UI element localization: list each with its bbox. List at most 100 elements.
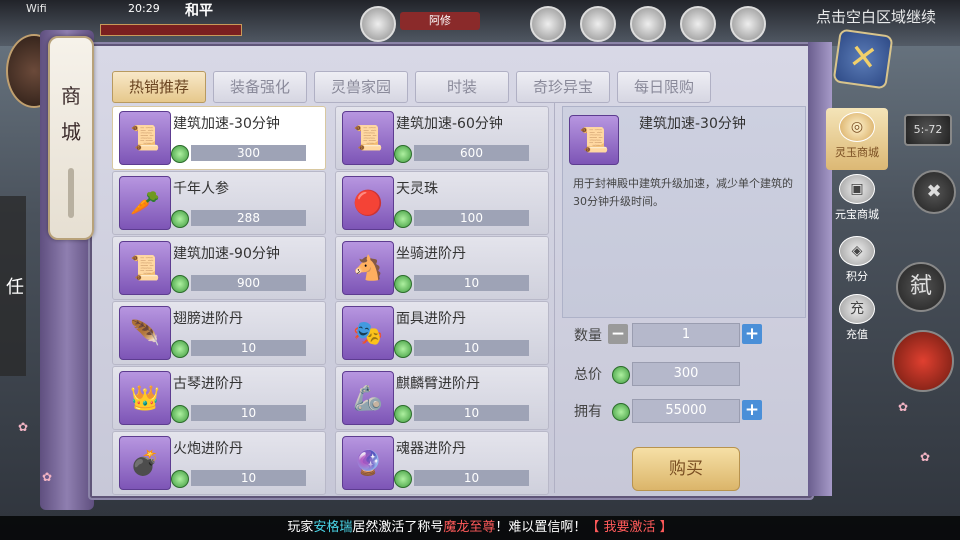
item-price: 600 (414, 145, 529, 161)
event-icon[interactable] (630, 6, 666, 42)
scroll-icon: 📜 (119, 111, 171, 165)
jade-icon: ◎ (839, 112, 875, 142)
ticker-text: ！难以置信啊！ (495, 520, 587, 535)
jade-coin-icon (612, 403, 630, 421)
horse-icon: 🐴 (342, 241, 394, 295)
blossom-decor: ✿ (898, 400, 909, 414)
tab-daily-limit[interactable]: 每日限购 (617, 71, 711, 103)
item-price: 10 (191, 340, 306, 356)
event-icon[interactable] (580, 6, 616, 42)
kill-button[interactable]: 弑 (896, 262, 946, 312)
shop-title-scroll: 商 城 (48, 36, 94, 240)
ticker-text: 居然激活了称号 (352, 520, 444, 535)
detail-item-name: 建筑加速-30分钟 (639, 116, 746, 132)
cannon-icon: 💣 (119, 436, 171, 490)
ginseng-icon: 🥕 (119, 176, 171, 230)
ticker-title: 魔龙至尊 (443, 520, 496, 535)
feather-icon: 🪶 (119, 306, 171, 360)
recharge-plus-button[interactable]: + (742, 400, 762, 420)
item-price: 900 (191, 275, 306, 291)
quest-label[interactable]: 任 (0, 206, 26, 366)
ticker-player[interactable]: 安格瑞 (313, 520, 352, 535)
item-name: 千年人参 (173, 181, 229, 197)
minimap-icon[interactable]: ✖ (912, 170, 956, 214)
announcement-ticker: 玩家安格瑞居然激活了称号魔龙至尊！难以置信啊！【 我要激活 】 (0, 516, 960, 540)
skill-icon[interactable] (530, 6, 566, 42)
item-price: 10 (191, 405, 306, 421)
shop-item[interactable]: 🔴 天灵珠 100 (335, 171, 549, 235)
tab-fashion[interactable]: 时装 (415, 71, 509, 103)
item-price: 288 (191, 210, 306, 226)
shop-item[interactable]: 📜 建筑加速-90分钟 900 (112, 236, 326, 300)
increase-quantity-button[interactable]: + (742, 324, 762, 344)
jade-coin-icon (612, 366, 630, 384)
quantity-input[interactable]: 1 (632, 323, 740, 347)
item-price: 10 (414, 470, 529, 486)
blossom-decor: ✿ (920, 450, 931, 464)
event-icon[interactable] (680, 6, 716, 42)
shop-item[interactable]: 📜 建筑加速-60分钟 600 (335, 106, 549, 170)
arm-icon: 🦾 (342, 371, 394, 425)
scroll-icon: 📜 (342, 111, 394, 165)
shop-item[interactable]: 🦾 麒麟臂进阶丹 10 (335, 366, 549, 430)
jade-coin-icon (394, 340, 412, 358)
decrease-quantity-button[interactable]: − (608, 324, 628, 344)
buy-button[interactable]: 购买 (632, 447, 740, 491)
orb-icon: 🔴 (342, 176, 394, 230)
jade-coin-icon (171, 405, 189, 423)
tab-treasure[interactable]: 奇珍异宝 (516, 71, 610, 103)
title-ornament (68, 168, 74, 218)
close-button[interactable]: ✕ (832, 28, 894, 90)
item-name: 建筑加速-60分钟 (396, 116, 503, 132)
top-hud: Wifi 20:29 和平 阿修 点击空白区域继续 (0, 0, 960, 46)
cat-label: 元宝商城 (835, 208, 879, 221)
cat-label: 积分 (846, 270, 868, 283)
cat-label: 充值 (846, 328, 868, 341)
blossom-decor: ✿ (42, 470, 53, 484)
attack-skill-icon[interactable] (892, 330, 954, 392)
event-icon[interactable] (730, 6, 766, 42)
jade-coin-icon (171, 340, 189, 358)
panel-divider (554, 103, 555, 493)
cat-points[interactable]: ◈ 积分 (826, 232, 888, 294)
cat-jade-shop[interactable]: ◎ 灵玉商城 (826, 108, 888, 170)
item-name: 火炮进阶丹 (173, 441, 243, 457)
total-price-label: 总价 (574, 367, 602, 383)
shop-item[interactable]: 🥕 千年人参 288 (112, 171, 326, 235)
cat-recharge[interactable]: 充 充值 (826, 290, 888, 352)
shop-item[interactable]: 🎭 面具进阶丹 10 (335, 301, 549, 365)
shop-item[interactable]: 🐴 坐骑进阶丹 10 (335, 236, 549, 300)
shop-item[interactable]: 🔮 魂器进阶丹 10 (335, 431, 549, 495)
target-name[interactable]: 阿修 (400, 12, 480, 30)
owned-label: 拥有 (574, 404, 602, 420)
jade-coin-icon (171, 470, 189, 488)
item-name: 魂器进阶丹 (396, 441, 466, 457)
tab-spirit-beast[interactable]: 灵兽家园 (314, 71, 408, 103)
item-price: 10 (191, 470, 306, 486)
jade-coin-icon (394, 470, 412, 488)
quest-team-sidebar[interactable]: 任 务 组 队 (0, 196, 26, 376)
horns-icon: 👑 (119, 371, 171, 425)
shop-item[interactable]: 🪶 翅膀进阶丹 10 (112, 301, 326, 365)
clock: 20:29 (128, 2, 160, 15)
item-name: 面具进阶丹 (396, 311, 466, 327)
mask-icon: 🎭 (342, 306, 394, 360)
jade-coin-icon (394, 210, 412, 228)
blossom-decor: ✿ (18, 420, 29, 434)
item-name: 建筑加速-30分钟 (173, 116, 280, 132)
shop-item[interactable]: 💣 火炮进阶丹 10 (112, 431, 326, 495)
tab-hot[interactable]: 热销推荐 (112, 71, 206, 103)
shop-item[interactable]: 👑 古琴进阶丹 10 (112, 366, 326, 430)
ingot-icon: ▣ (839, 174, 875, 204)
continue-tip: 点击空白区域继续 (815, 8, 936, 26)
item-name: 翅膀进阶丹 (173, 311, 243, 327)
cat-ingot-shop[interactable]: ▣ 元宝商城 (826, 170, 888, 232)
scroll-icon: 📜 (569, 115, 619, 165)
jade-coin-icon (394, 275, 412, 293)
activate-link[interactable]: 【 我要激活 】 (586, 520, 672, 535)
shop-item[interactable]: 📜 建筑加速-30分钟 300 (112, 106, 326, 170)
target-avatar[interactable] (360, 6, 396, 42)
ticker-text: 玩家 (287, 520, 314, 535)
tab-equip-enhance[interactable]: 装备强化 (213, 71, 307, 103)
jade-coin-icon (394, 405, 412, 423)
